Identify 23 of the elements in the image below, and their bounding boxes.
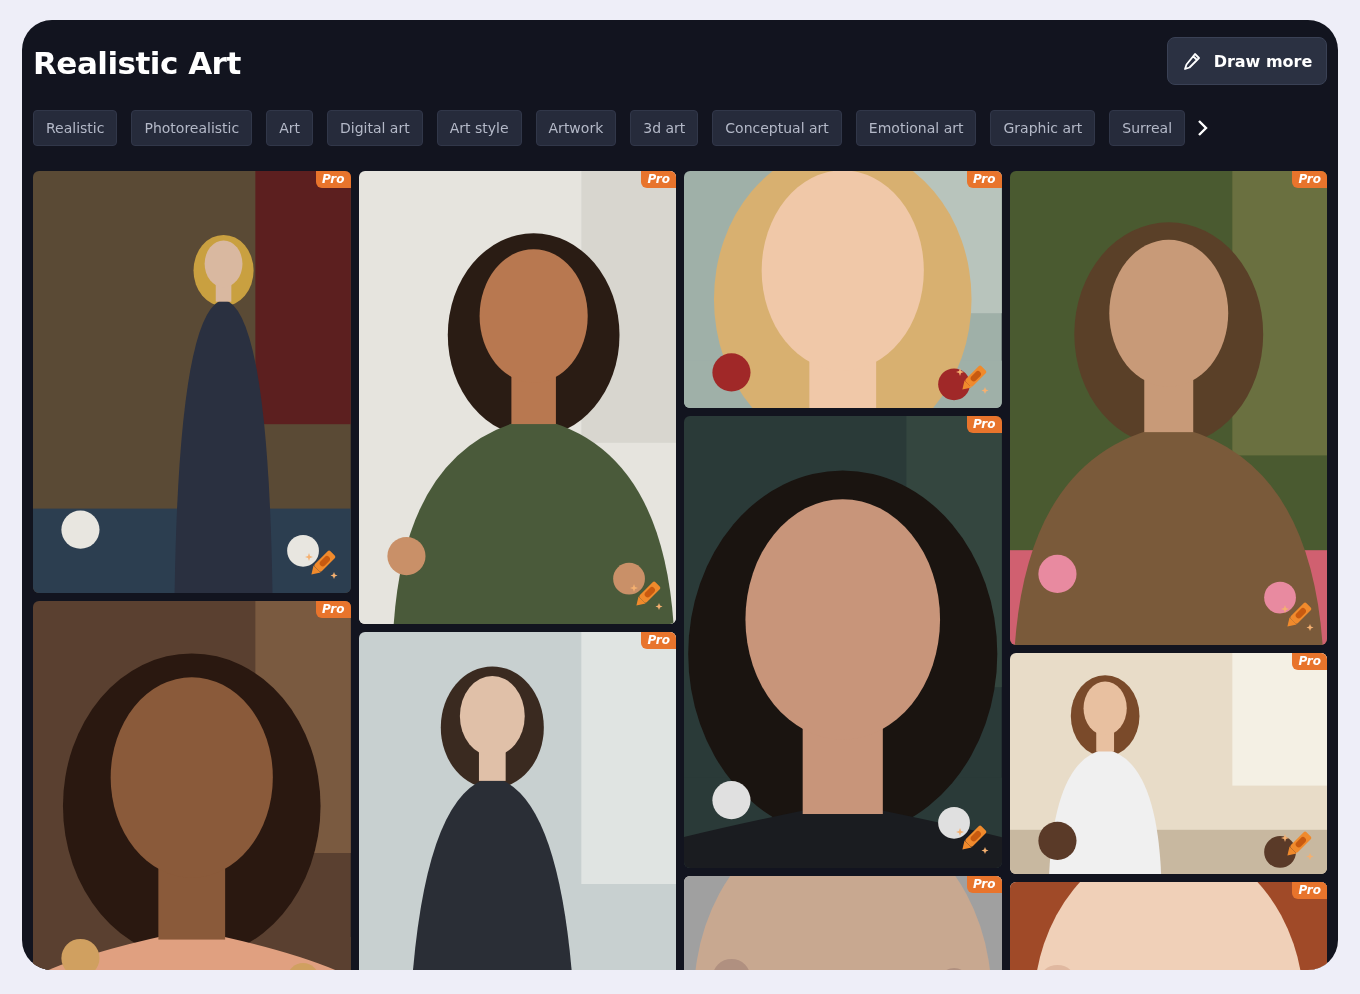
tag-chip[interactable]: Digital art	[327, 110, 423, 146]
tag-chip[interactable]: Graphic art	[990, 110, 1096, 146]
page-title: Realistic Art	[33, 44, 241, 81]
pro-badge: Pro	[966, 171, 1002, 188]
tag-chip[interactable]: Art	[266, 110, 313, 146]
tag-chip[interactable]: 3d art	[630, 110, 699, 146]
pro-badge: Pro	[315, 601, 351, 618]
tag-chip[interactable]: Artwork	[535, 110, 617, 146]
tag-chip[interactable]: Realistic	[33, 110, 118, 146]
tag-chip[interactable]: Photorealistic	[131, 110, 253, 146]
pro-badge: Pro	[641, 632, 676, 649]
pro-badge: Pro	[315, 171, 351, 188]
pro-badge: Pro	[966, 876, 1002, 893]
draw-more-button[interactable]: Draw more	[1167, 37, 1327, 85]
tag-chip[interactable]: Emotional art	[855, 110, 977, 146]
tag-chip[interactable]: Art style	[436, 110, 522, 146]
tag-chip[interactable]: Surreal	[1109, 110, 1186, 146]
tag-chip[interactable]: Conceptual art	[712, 110, 842, 146]
pro-badge: Pro	[1292, 882, 1327, 899]
pro-badge: Pro	[1292, 171, 1327, 188]
pro-badge: Pro	[1292, 653, 1327, 670]
pro-badge: Pro	[641, 171, 676, 188]
pro-badge: Pro	[966, 416, 1002, 433]
